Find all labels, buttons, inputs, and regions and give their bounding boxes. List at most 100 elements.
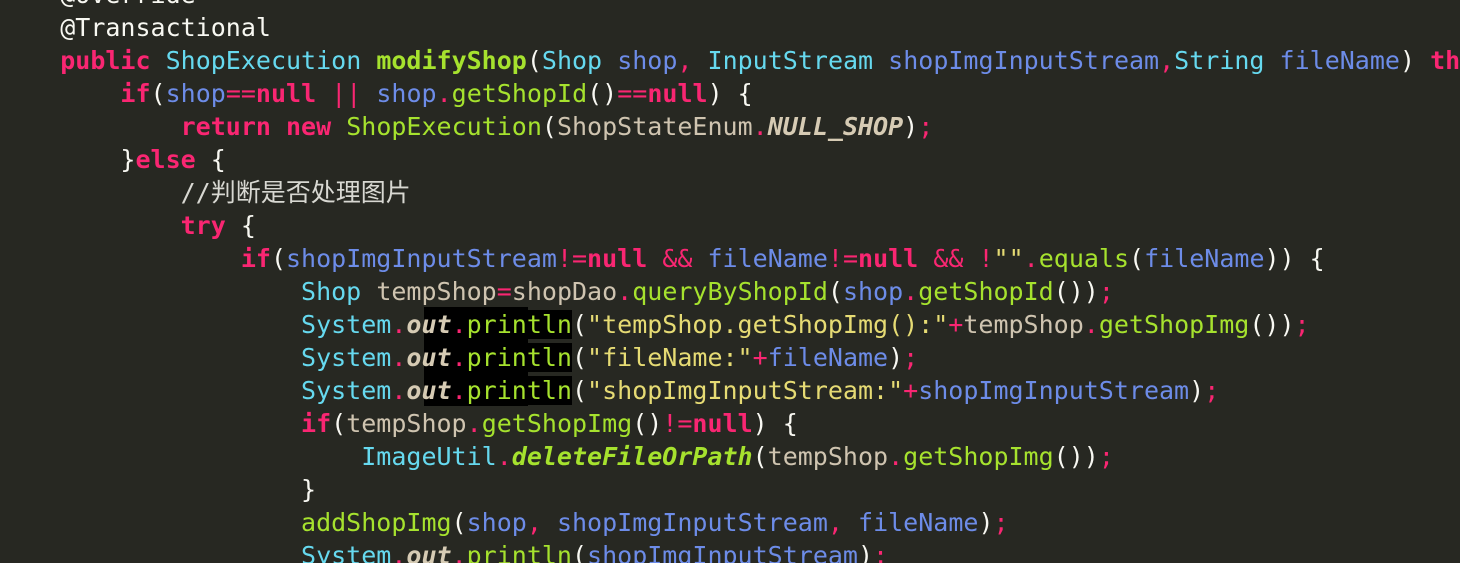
line-delete-file[interactable]: ImageUtil.deleteFileOrPath(tempShop.getS… [0, 440, 1460, 473]
code-token: } [301, 475, 317, 504]
code-text-area[interactable]: @Override @Transactional public ShopExec… [0, 0, 1460, 563]
code-token: ) [857, 541, 874, 563]
code-token: + [948, 310, 964, 339]
code-token: { [767, 409, 798, 438]
line-println-filename[interactable]: System.out.println("fileName:"+fileName)… [0, 341, 1460, 374]
code-token: throws [1430, 46, 1460, 75]
code-token: shopDao [511, 277, 618, 306]
code-token: + [752, 343, 768, 372]
line-transactional[interactable]: @Transactional [0, 11, 1460, 44]
code-token: ) [1189, 376, 1205, 405]
code-token: System [301, 376, 392, 405]
code-token: shop [376, 79, 437, 108]
code-token: . [1023, 244, 1039, 273]
code-token: . [903, 277, 919, 306]
code-token: shopImgInputStream [286, 244, 557, 273]
code-token: ( [571, 310, 588, 339]
code-token: ( [451, 508, 467, 537]
code-token: @Override [60, 0, 195, 9]
code-token: , [677, 46, 693, 75]
code-token: "fileName:" [587, 343, 753, 372]
code-token: . [466, 409, 482, 438]
code-token: Shop [541, 46, 603, 75]
line-println-inputstream[interactable]: System.out.println("shopImgInputStream:"… [0, 374, 1460, 407]
code-token: getShopImg [481, 409, 633, 438]
line-try[interactable]: try { [0, 209, 1460, 242]
code-token: null [858, 244, 919, 273]
code-token: NULL_SHOP [767, 112, 904, 141]
code-token: // [180, 178, 211, 207]
code-token: ShopExecution [165, 46, 362, 75]
code-token: fileName [707, 244, 828, 273]
line-method-signature[interactable]: public ShopExecution modifyShop(Shop sho… [0, 44, 1460, 77]
code-token: . [888, 442, 904, 471]
line-return-null-shop[interactable]: return new ShopExecution(ShopStateEnum.N… [0, 110, 1460, 143]
code-token: , [526, 508, 542, 537]
code-token: ImageUtil [361, 442, 497, 471]
code-token: { [722, 79, 753, 108]
code-token: != [556, 244, 588, 273]
code-token: fileName [767, 343, 889, 372]
code-token: shopImgInputStream [918, 376, 1190, 405]
code-token: shop [617, 46, 678, 75]
code-token: println [466, 541, 572, 563]
line-comment-cjk[interactable]: //判断是否处理图片 [0, 176, 1460, 209]
code-token: deleteFileOrPath [511, 442, 753, 471]
code-token: . [752, 112, 768, 141]
line-add-shop-img[interactable]: addShopImg(shop, shopImgInputStream, fil… [0, 506, 1460, 539]
code-token: . [496, 442, 512, 471]
code-token: out [406, 310, 452, 339]
line-tempshop-query[interactable]: Shop tempShop=shopDao.queryByShopId(shop… [0, 275, 1460, 308]
code-token: ; [903, 343, 919, 372]
code-token: queryByShopId [632, 277, 828, 306]
code-token: ( [1129, 244, 1145, 273]
line-else[interactable]: }else { [0, 143, 1460, 176]
code-token: . [617, 277, 633, 306]
code-token: ( [526, 46, 542, 75]
code-token: getShopId [451, 79, 588, 108]
line-if-tempshop-img[interactable]: if(tempShop.getShopImg()!=null) { [0, 407, 1460, 440]
code-token: if [240, 244, 271, 273]
code-token: "shopImgInputStream:" [587, 376, 904, 405]
line-if-null-check[interactable]: if(shop==null || shop.getShopId()==null)… [0, 77, 1460, 110]
code-token: if [301, 409, 332, 438]
code-token: shop [842, 277, 904, 306]
code-token: ( [270, 244, 286, 273]
code-token: ; [1098, 277, 1114, 306]
line-close-if[interactable]: } [0, 473, 1460, 506]
code-token: shop [165, 79, 226, 108]
line-if-img-check[interactable]: if(shopImgInputStream!=null && fileName!… [0, 242, 1460, 275]
line-println-stream-tail[interactable]: System.out.println(shopImgInputStream); [0, 539, 1460, 563]
code-token: modifyShop [376, 46, 527, 75]
code-token: equals [1038, 244, 1130, 273]
code-token: () [587, 79, 618, 108]
code-token: tempShop [767, 442, 889, 471]
code-token: ) [888, 343, 904, 372]
code-token: println [466, 343, 572, 372]
code-token: ShopExecution [346, 112, 542, 141]
code-token: ; [918, 112, 934, 141]
code-token: ( [150, 79, 166, 108]
line-override[interactable]: @Override [0, 0, 1460, 11]
code-token: if [120, 79, 151, 108]
code-editor-viewport[interactable]: @Override @Transactional public ShopExec… [0, 0, 1460, 563]
code-token: . [391, 343, 407, 372]
code-token: ; [993, 508, 1009, 537]
code-token: == [617, 79, 648, 108]
code-token: ) [903, 112, 919, 141]
line-println-tempshop-img[interactable]: System.out.println("tempShop.getShopImg(… [0, 308, 1460, 341]
code-token: ( [752, 442, 768, 471]
